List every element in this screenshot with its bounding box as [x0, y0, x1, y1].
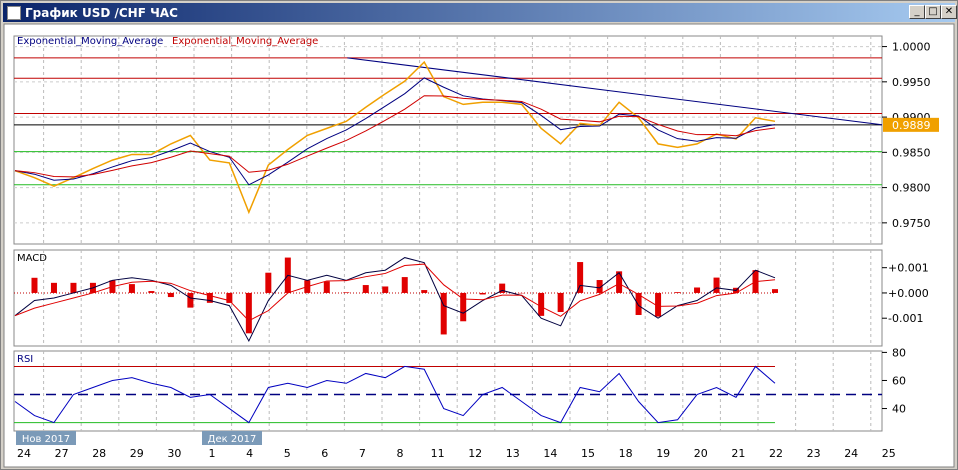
x-tick-label: 28 [92, 447, 106, 460]
rsi-legend: RSI [17, 354, 33, 365]
x-tick-label: 24 [844, 447, 858, 460]
x-tick-label: 15 [581, 447, 595, 460]
x-tick-label: 5 [284, 447, 291, 460]
macd-histogram-bar [694, 287, 701, 293]
macd-histogram-bar [245, 292, 252, 334]
chart-canvas[interactable]: Exponential_Moving_Average Exponential_M… [0, 0, 958, 470]
x-tick-label: 23 [807, 447, 821, 460]
y-tick-label: 0.9850 [892, 146, 931, 159]
macd-histogram-bar [382, 286, 389, 293]
y-tick-label: 0.9950 [892, 76, 931, 89]
x-tick-label: 6 [321, 447, 328, 460]
x-tick-label: 19 [656, 447, 670, 460]
x-tick-label: 4 [246, 447, 253, 460]
x-tick-label: 14 [543, 447, 557, 460]
macd-histogram-bar [265, 272, 272, 293]
macd-histogram-bar [70, 282, 77, 293]
macd-histogram-bar [538, 292, 545, 316]
x-tick-label: 27 [55, 447, 69, 460]
rsi-tick-label: 40 [892, 403, 906, 416]
x-tick-label: 11 [431, 447, 445, 460]
macd-tick-label: +0.001 [888, 262, 929, 275]
macd-histogram-bar [713, 277, 720, 293]
macd-histogram-bar [557, 292, 564, 312]
rsi-tick-label: 80 [892, 346, 906, 359]
x-tick-label: 1 [209, 447, 216, 460]
x-tick-label: 18 [619, 447, 633, 460]
macd-tick-label: -0.001 [888, 312, 923, 325]
x-tick-label: 8 [397, 447, 404, 460]
x-tick-label: 13 [506, 447, 520, 460]
macd-histogram-bar [772, 289, 778, 293]
y-tick-label: 0.9750 [892, 217, 931, 230]
macd-histogram-bar [421, 290, 428, 293]
macd-histogram-bar [674, 292, 681, 293]
x-tick-label: 12 [468, 447, 482, 460]
macd-histogram-bar [148, 291, 155, 293]
month-label: Дек 2017 [208, 434, 257, 445]
macd-histogram-bar [323, 281, 330, 293]
current-price-label: 0.9889 [892, 119, 931, 132]
macd-histogram-bar [362, 285, 369, 293]
month-label: Нов 2017 [22, 434, 70, 445]
macd-histogram-bar [401, 277, 408, 293]
macd-histogram-bar [50, 282, 57, 293]
x-tick-label: 29 [130, 447, 144, 460]
x-tick-label: 25 [882, 447, 896, 460]
macd-histogram-bar [440, 292, 447, 335]
x-tick-label: 21 [731, 447, 745, 460]
x-tick-label: 7 [359, 447, 366, 460]
x-tick-label: 20 [694, 447, 708, 460]
macd-histogram-bar [167, 292, 174, 298]
ema-fast-legend: Exponential_Moving_Average [17, 36, 163, 47]
macd-legend: MACD [17, 253, 47, 264]
y-tick-label: 0.9800 [892, 182, 931, 195]
macd-histogram-bar [187, 292, 194, 308]
macd-tick-label: +0.000 [888, 287, 929, 300]
y-tick-label: 1.0000 [892, 41, 931, 54]
macd-histogram-bar [343, 292, 350, 293]
macd-histogram-bar [128, 284, 135, 293]
macd-histogram-bar [577, 262, 584, 293]
macd-histogram-bar [226, 292, 233, 303]
macd-histogram-bar [31, 277, 38, 293]
macd-histogram-bar [479, 292, 486, 295]
x-tick-label: 24 [17, 447, 31, 460]
x-tick-label: 22 [769, 447, 783, 460]
rsi-tick-label: 60 [892, 374, 906, 387]
x-tick-label: 30 [167, 447, 181, 460]
